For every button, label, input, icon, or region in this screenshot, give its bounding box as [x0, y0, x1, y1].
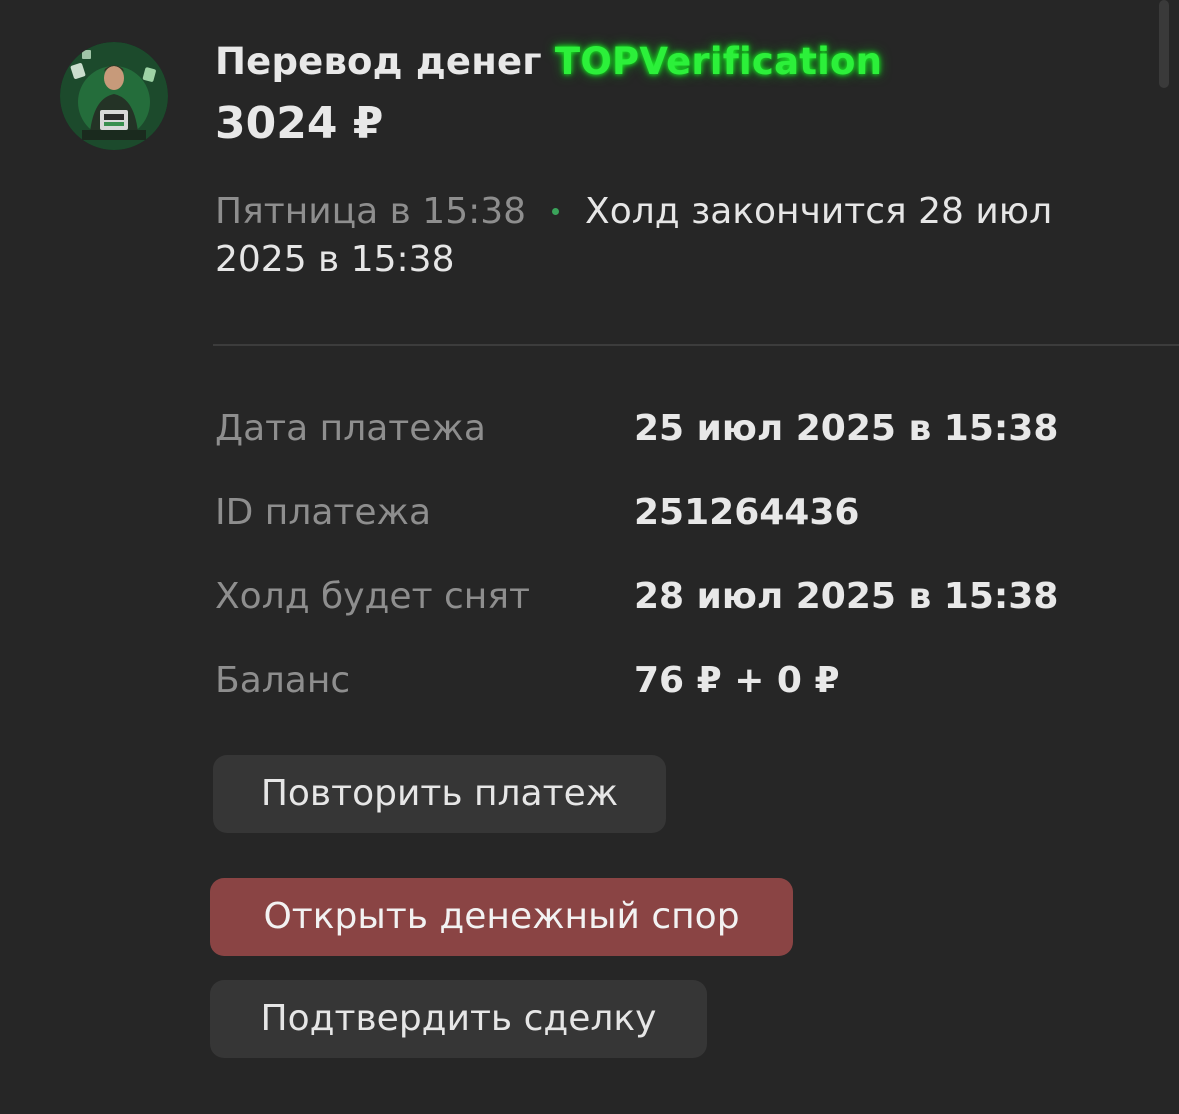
- payment-meta: Пятница в 15:38 Холд закончится 28 июл 20…: [215, 188, 1115, 284]
- detail-value: 28 июл 2025 в 15:38: [634, 576, 1059, 617]
- detail-row-date: Дата платежа 25 июл 2025 в 15:38: [215, 408, 1115, 458]
- detail-row-balance: Баланс 76 ₽ + 0 ₽: [215, 660, 1115, 710]
- detail-label: Дата платежа: [215, 408, 486, 449]
- detail-label: ID платежа: [215, 492, 431, 533]
- detail-label: Холд будет снят: [215, 576, 530, 617]
- status-dot-icon: [552, 207, 560, 215]
- detail-row-hold: Холд будет снят 28 июл 2025 в 15:38: [215, 576, 1115, 626]
- confirm-deal-button[interactable]: Подтвердить сделку: [210, 980, 707, 1058]
- seller-name-link[interactable]: TOPVerification: [555, 40, 882, 83]
- repeat-payment-button[interactable]: Повторить платеж: [213, 755, 666, 833]
- hold-notice-line1: Холд закончится 28 июл: [585, 191, 1053, 232]
- avatar-image: [60, 42, 168, 150]
- payment-time: Пятница в 15:38: [215, 191, 527, 232]
- divider: [213, 344, 1179, 346]
- payment-amount: 3024 ₽: [215, 98, 384, 149]
- scrollbar[interactable]: [1159, 0, 1169, 88]
- detail-row-id: ID платежа 251264436: [215, 492, 1115, 542]
- hold-notice-line2: 2025 в 15:38: [215, 239, 455, 280]
- seller-avatar[interactable]: [60, 42, 168, 150]
- detail-value: 25 июл 2025 в 15:38: [634, 408, 1059, 449]
- payment-title: Перевод денег TOPVerification: [215, 40, 882, 83]
- detail-label: Баланс: [215, 660, 351, 701]
- open-dispute-button[interactable]: Открыть денежный спор: [210, 878, 793, 956]
- detail-value: 76 ₽ + 0 ₽: [634, 660, 840, 701]
- title-prefix: Перевод денег: [215, 40, 542, 83]
- payment-detail-view: Перевод денег TOPVerification 3024 ₽ Пят…: [0, 0, 1179, 1114]
- detail-value[interactable]: 251264436: [634, 492, 859, 533]
